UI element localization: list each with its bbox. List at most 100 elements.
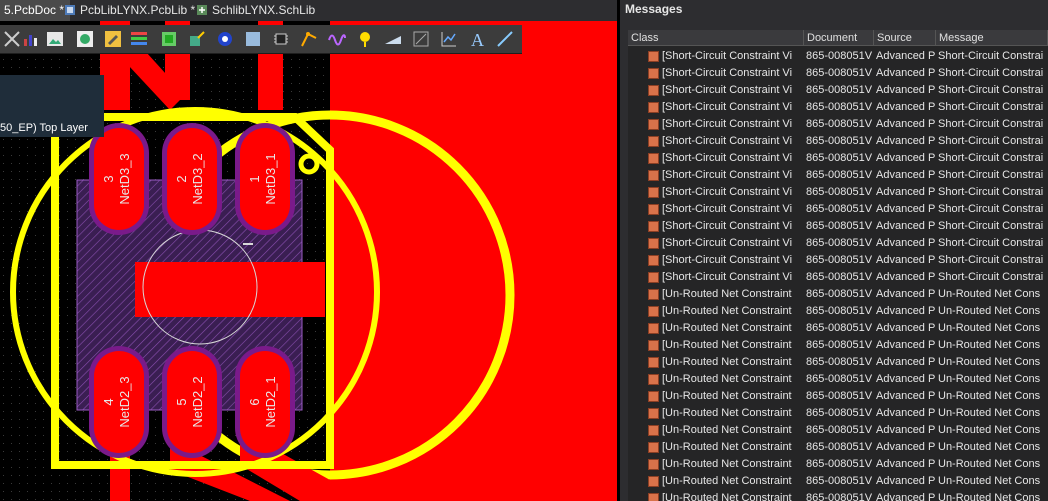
message-class-cell: [Short-Circuit Constraint Vi (662, 101, 793, 113)
tab-schlib-label: SchlibLYNX.SchLib (212, 3, 316, 17)
message-text-cell: Un-Routed Net Cons (938, 390, 1041, 402)
message-row[interactable]: [Short-Circuit Constraint Vi 865-008051V A… (628, 116, 1048, 133)
message-row[interactable]: [Un-Routed Net Constraint 865-008051V Adva… (628, 388, 1048, 405)
pad-3[interactable]: 3 NetD3_3 (89, 123, 149, 235)
message-row[interactable]: [Short-Circuit Constraint Vi 865-008051V A… (628, 82, 1048, 99)
message-class-cell: [Un-Routed Net Constraint (662, 475, 792, 487)
pad-1[interactable]: 1 NetD3_1 (235, 123, 295, 235)
message-class-cell: [Short-Circuit Constraint Vi (662, 186, 793, 198)
message-row[interactable]: [Un-Routed Net Constraint 865-008051V Adva… (628, 456, 1048, 473)
message-class-cell: [Short-Circuit Constraint Vi (662, 254, 793, 266)
message-row[interactable]: [Un-Routed Net Constraint 865-008051V Adva… (628, 354, 1048, 371)
message-source-cell: Advanced P (876, 424, 936, 436)
message-row[interactable]: [Short-Circuit Constraint Vi 865-008051V A… (628, 99, 1048, 116)
message-row[interactable]: [Un-Routed Net Constraint 865-008051V Adva… (628, 337, 1048, 354)
message-source-cell: Advanced P (876, 373, 936, 385)
message-row[interactable]: [Un-Routed Net Constraint 865-008051V Adva… (628, 490, 1048, 501)
wave-icon[interactable] (328, 30, 346, 48)
interactive-route-icon[interactable] (3, 30, 21, 48)
pin1-marker-line (243, 243, 253, 245)
message-document-cell: 865-008051V (806, 288, 873, 300)
tab-pcbdoc[interactable]: 5.PcbDoc * (0, 0, 71, 21)
message-row[interactable]: [Un-Routed Net Constraint 865-008051V Adva… (628, 320, 1048, 337)
place-via-icon[interactable] (188, 30, 206, 48)
message-document-cell: 865-008051V (806, 84, 873, 96)
pcb-canvas[interactable]: 3 NetD3_3 2 NetD3_2 1 NetD3_1 4 NetD2_3 5 NetD2_2… (0, 21, 617, 501)
route-icon[interactable] (300, 30, 318, 48)
messages-panel: Messages Class Document Source Message [… (620, 0, 1048, 501)
component-icon[interactable] (76, 30, 94, 48)
message-class-cell: [Un-Routed Net Constraint (662, 373, 792, 385)
violation-icon (648, 306, 659, 317)
exposed-pad (135, 262, 325, 317)
graph-icon[interactable] (440, 30, 458, 48)
violation-icon (648, 238, 659, 249)
pad-net-name: NetD2_2 (190, 376, 205, 427)
pad-4[interactable]: 4 NetD2_3 (89, 346, 149, 458)
edit-icon[interactable] (104, 30, 122, 48)
message-source-cell: Advanced P (876, 407, 936, 419)
message-row[interactable]: [Un-Routed Net Constraint 865-008051V Adva… (628, 405, 1048, 422)
place-fill-icon[interactable] (216, 30, 234, 48)
column-header-class[interactable]: Class (628, 30, 804, 46)
message-source-cell: Advanced P (876, 390, 936, 402)
svg-text:A: A (471, 30, 484, 48)
message-document-cell: 865-008051V (806, 424, 873, 436)
message-row[interactable]: [Short-Circuit Constraint Vi 865-008051V A… (628, 235, 1048, 252)
message-row[interactable]: [Un-Routed Net Constraint 865-008051V Adva… (628, 371, 1048, 388)
message-row[interactable]: [Un-Routed Net Constraint 865-008051V Adva… (628, 286, 1048, 303)
column-header-message[interactable]: Message (936, 30, 1048, 46)
message-document-cell: 865-008051V (806, 237, 873, 249)
column-header-document[interactable]: Document (804, 30, 874, 46)
message-row[interactable]: [Short-Circuit Constraint Vi 865-008051V A… (628, 167, 1048, 184)
violation-icon (648, 340, 659, 351)
violation-icon (648, 493, 659, 501)
pin-icon[interactable] (356, 30, 374, 48)
pad-number: 6 (247, 398, 262, 405)
line-icon[interactable] (496, 30, 514, 48)
dimension-icon[interactable] (384, 30, 402, 48)
message-row[interactable]: [Short-Circuit Constraint Vi 865-008051V A… (628, 269, 1048, 286)
message-document-cell: 865-008051V (806, 407, 873, 419)
polygon-icon[interactable] (412, 30, 430, 48)
message-class-cell: [Short-Circuit Constraint Vi (662, 84, 793, 96)
message-text-cell: Un-Routed Net Cons (938, 288, 1041, 300)
message-document-cell: 865-008051V (806, 220, 873, 232)
violation-icon (648, 357, 659, 368)
place-region-icon[interactable] (244, 30, 262, 48)
message-row[interactable]: [Short-Circuit Constraint Vi 865-008051V A… (628, 252, 1048, 269)
bar-chart-icon[interactable] (22, 30, 40, 48)
message-row[interactable]: [Short-Circuit Constraint Vi 865-008051V A… (628, 184, 1048, 201)
message-row[interactable]: [Un-Routed Net Constraint 865-008051V Adva… (628, 422, 1048, 439)
violation-icon (648, 136, 659, 147)
message-row[interactable]: [Short-Circuit Constraint Vi 865-008051V A… (628, 201, 1048, 218)
message-row[interactable]: [Short-Circuit Constraint Vi 865-008051V A… (628, 133, 1048, 150)
tab-pcblib[interactable]: PcbLibLYNX.PcbLib * (64, 0, 195, 21)
violation-icon (648, 68, 659, 79)
message-document-cell: 865-008051V (806, 271, 873, 283)
message-row[interactable]: [Short-Circuit Constraint Vi 865-008051V A… (628, 218, 1048, 235)
tab-schlib[interactable]: SchlibLYNX.SchLib (196, 0, 315, 21)
message-text-cell: Short-Circuit Constrai (938, 50, 1044, 62)
message-row[interactable]: [Short-Circuit Constraint Vi 865-008051V A… (628, 48, 1048, 65)
message-row[interactable]: [Un-Routed Net Constraint 865-008051V Adva… (628, 303, 1048, 320)
violation-icon (648, 374, 659, 385)
message-document-cell: 865-008051V (806, 441, 873, 453)
place-pad-icon[interactable] (160, 30, 178, 48)
message-row[interactable]: [Un-Routed Net Constraint 865-008051V Adva… (628, 473, 1048, 490)
text-icon[interactable]: A (468, 30, 486, 48)
pad-6[interactable]: 6 NetD2_1 (235, 346, 295, 458)
pad-2[interactable]: 2 NetD3_2 (162, 123, 222, 235)
violation-icon (648, 170, 659, 181)
message-row[interactable]: [Short-Circuit Constraint Vi 865-008051V A… (628, 65, 1048, 82)
message-class-cell: [Un-Routed Net Constraint (662, 322, 792, 334)
message-class-cell: [Un-Routed Net Constraint (662, 424, 792, 436)
message-row[interactable]: [Short-Circuit Constraint Vi 865-008051V A… (628, 150, 1048, 167)
pad-5[interactable]: 5 NetD2_2 (162, 346, 222, 458)
column-header-source[interactable]: Source (874, 30, 936, 46)
layers-icon[interactable] (130, 30, 148, 48)
message-row[interactable]: [Un-Routed Net Constraint 865-008051V Adva… (628, 439, 1048, 456)
image-icon[interactable] (46, 30, 64, 48)
pad-net-name: NetD3_2 (190, 153, 205, 204)
chip-icon[interactable] (272, 30, 290, 48)
